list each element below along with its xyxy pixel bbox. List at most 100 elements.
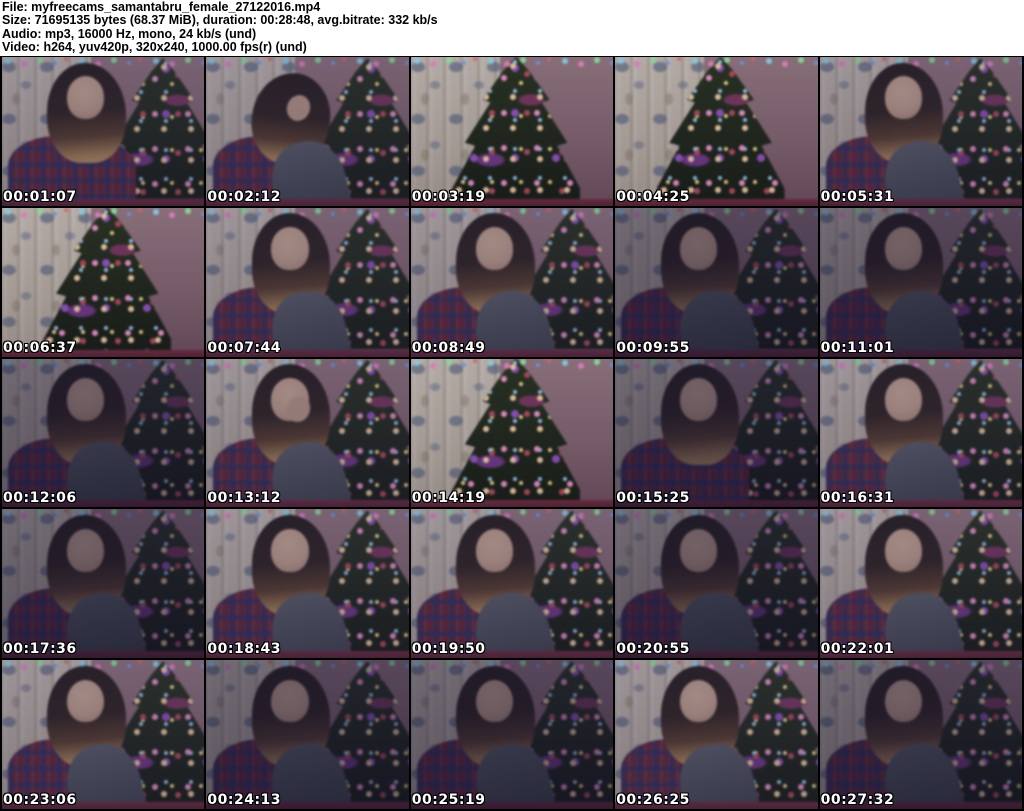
timestamp-label: 00:07:44 [207,339,282,356]
audio-info-line: Audio: mp3, 16000 Hz, mono, 24 kb/s (und… [2,26,257,41]
tint-overlay [410,509,614,659]
video-frame [2,358,205,508]
video-thumbnail: 00:16:31 [819,358,1022,508]
tint-overlay [410,57,614,206]
video-frame [410,57,614,206]
video-frame [410,358,614,508]
timestamp-label: 00:06:37 [3,339,77,356]
video-info-line: Video: h264, yuv420p, 320x240, 1000.00 f… [2,40,307,55]
tint-overlay [2,358,205,508]
tint-overlay [410,207,614,357]
timestamp-label: 00:22:01 [820,641,895,658]
tint-overlay [615,57,818,206]
video-frame [819,358,1022,508]
video-frame [615,57,818,206]
timestamp-label: 00:03:19 [411,188,486,205]
timestamp-label: 00:18:43 [207,641,282,658]
timestamp-label: 00:01:07 [3,188,77,205]
timestamp-label: 00:19:50 [411,641,486,658]
timestamp-label: 00:16:31 [820,490,895,507]
tint-overlay [819,57,1022,206]
timestamp-label: 00:25:19 [411,792,486,808]
video-thumbnail: 00:24:13 [206,660,409,809]
video-frame [206,57,409,206]
timestamp-label: 00:15:25 [616,490,690,507]
size-info-line: Size: 71695135 bytes (68.37 MiB), durati… [2,13,438,28]
video-thumbnail: 00:04:25 [615,57,818,206]
video-thumbnail: 00:15:25 [615,358,818,508]
video-frame [615,207,818,357]
video-thumbnail: 00:12:06 [2,358,205,508]
video-thumbnail: 00:20:55 [615,509,818,659]
video-frame [206,207,409,357]
video-thumbnail: 00:26:25 [615,660,818,809]
timestamp-label: 00:13:12 [207,490,282,507]
video-thumbnail: 00:01:07 [2,57,205,206]
timestamp-label: 00:17:36 [3,641,77,658]
timestamp-label: 00:05:31 [820,188,895,205]
video-thumbnail: 00:05:31 [819,57,1022,206]
file-info-line: File: myfreecams_samantabru_female_27122… [2,0,321,14]
video-thumbnail: 00:07:44 [206,207,409,357]
tint-overlay [819,358,1022,508]
video-thumbnail: 00:03:19 [410,57,614,206]
video-thumbnail: 00:13:12 [206,358,409,508]
tint-overlay [206,358,409,508]
video-frame [615,509,818,659]
metadata-header: File: myfreecams_samantabru_female_27122… [0,0,1024,56]
tint-overlay [819,509,1022,659]
video-frame [819,509,1022,659]
tint-overlay [615,207,818,357]
video-thumbnail: 00:06:37 [2,207,205,357]
timestamp-label: 00:27:32 [820,792,895,808]
tint-overlay [410,358,614,508]
tint-overlay [2,57,205,206]
tint-overlay [206,57,409,206]
timestamp-label: 00:24:13 [207,792,282,808]
tint-overlay [2,509,205,659]
tint-overlay [206,660,409,809]
video-thumbnail: 00:19:50 [410,509,614,659]
video-frame [206,509,409,659]
video-thumbnail: 00:27:32 [819,660,1022,809]
video-thumbnail: 00:22:01 [819,509,1022,659]
timestamp-label: 00:23:06 [3,792,77,808]
timestamp-label: 00:11:01 [820,339,895,356]
video-thumbnail: 00:08:49 [410,207,614,357]
timestamp-label: 00:14:19 [411,490,486,507]
tint-overlay [2,207,205,357]
thumbnail-grid: 00:01:07 00:02:12 00:03:19 00:04:25 00:0… [0,56,1024,811]
video-frame [410,660,614,809]
timestamp-label: 00:02:12 [207,188,282,205]
tint-overlay [2,660,205,809]
timestamp-label: 00:04:25 [616,188,690,205]
video-frame [819,660,1022,809]
video-thumbnail: 00:23:06 [2,660,205,809]
video-frame [819,207,1022,357]
video-frame [2,57,205,206]
video-frame [410,509,614,659]
video-frame [615,358,818,508]
video-thumbnail: 00:14:19 [410,358,614,508]
video-frame [615,660,818,809]
video-frame [410,207,614,357]
video-thumbnail: 00:02:12 [206,57,409,206]
video-thumbnail: 00:09:55 [615,207,818,357]
tint-overlay [206,207,409,357]
timestamp-label: 00:20:55 [616,641,690,658]
video-frame [2,207,205,357]
timestamp-label: 00:09:55 [616,339,690,356]
tint-overlay [615,660,818,809]
video-frame [2,509,205,659]
video-frame [206,358,409,508]
video-frame [2,660,205,809]
timestamp-label: 00:26:25 [616,792,690,808]
tint-overlay [819,207,1022,357]
video-thumbnail: 00:25:19 [410,660,614,809]
video-frame [819,57,1022,206]
tint-overlay [206,509,409,659]
video-frame [206,660,409,809]
tint-overlay [410,660,614,809]
tint-overlay [819,660,1022,809]
tint-overlay [615,509,818,659]
